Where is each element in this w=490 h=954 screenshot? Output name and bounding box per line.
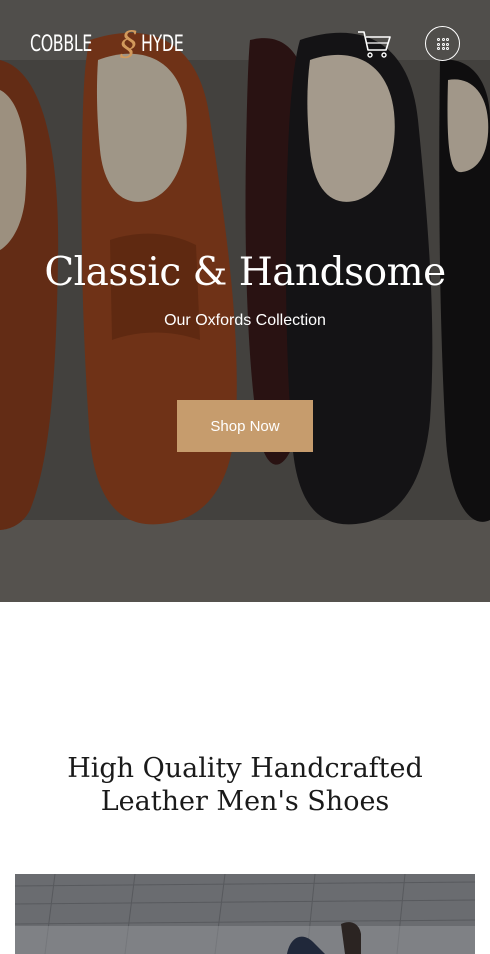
section-title: High Quality Handcrafted Leather Men's S…	[67, 753, 423, 817]
hero-subtitle: Our Oxfords Collection	[164, 312, 326, 329]
shop-now-button[interactable]: Shop Now	[177, 400, 313, 452]
logo-text-right: HYDE	[140, 31, 184, 57]
logo-text-left: COBBLE	[30, 31, 92, 57]
brand-logo[interactable]: COBBLE § HYDE	[30, 24, 183, 64]
hero-overlay	[0, 0, 490, 602]
hero-banner: COBBLE § HYDE Classic & Handsome Our Oxf…	[0, 0, 490, 602]
shopping-cart-icon[interactable]	[356, 28, 392, 60]
hero-title: Classic & Handsome	[44, 250, 446, 295]
grid-dots-icon	[437, 38, 449, 50]
logo-mark: §	[120, 24, 137, 64]
menu-button[interactable]	[425, 26, 460, 61]
promo-image[interactable]	[15, 874, 475, 954]
